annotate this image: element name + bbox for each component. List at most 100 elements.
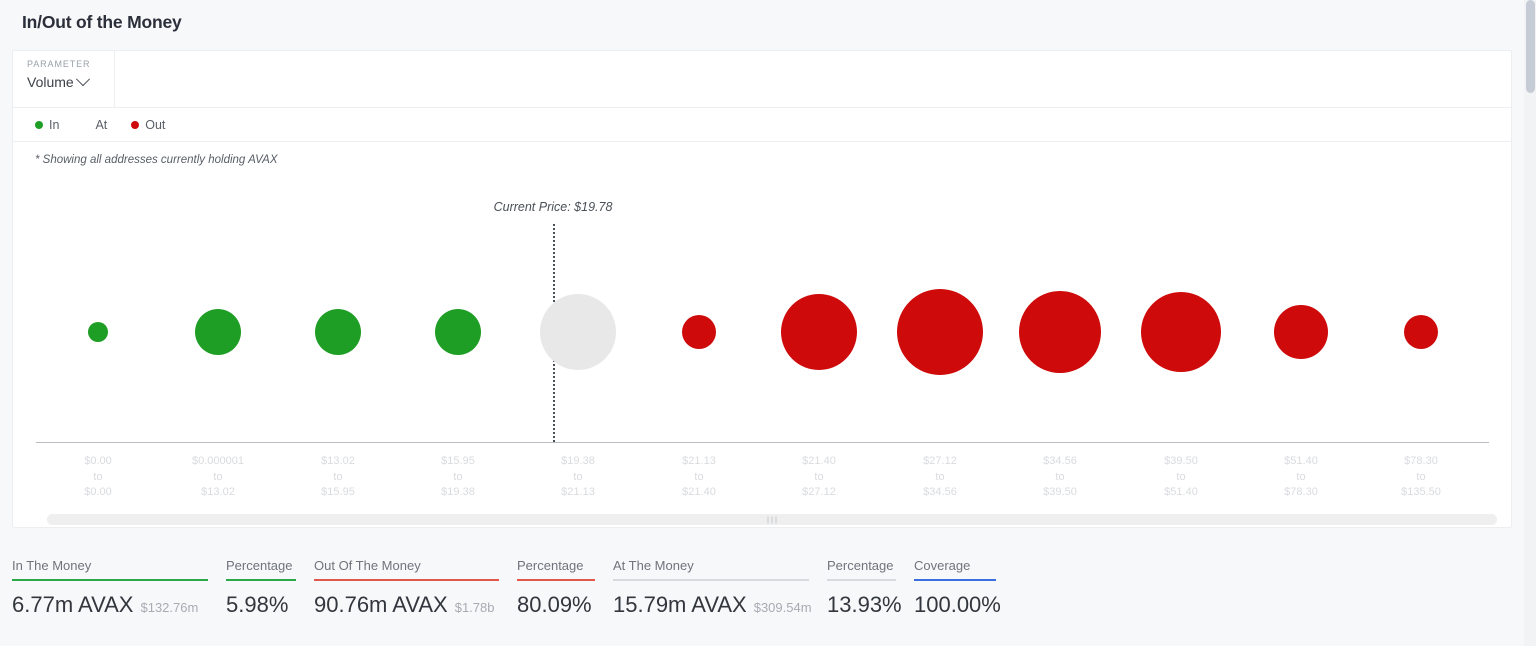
x-axis-tick: $78.30 to $135.50 xyxy=(1401,454,1441,501)
tick-from: $34.56 xyxy=(1043,455,1077,467)
stat-underline xyxy=(914,579,996,581)
summary-stats: In The Money 6.77m AVAX $132.76m Percentage… xyxy=(12,558,1512,618)
parameter-label: PARAMETER xyxy=(27,59,91,69)
page-header: In/Out of the Money xyxy=(0,0,1524,45)
chevron-down-icon xyxy=(75,72,90,87)
stat-percentage-1: Percentage 5.98% xyxy=(226,558,314,618)
tick-to: $78.30 xyxy=(1284,486,1318,498)
chart-note: * Showing all addresses currently holdin… xyxy=(35,154,278,166)
stat-label: At The Money xyxy=(613,558,694,573)
legend: In At Out xyxy=(13,108,1511,142)
stat-subvalue: $309.54m xyxy=(753,600,812,615)
tick-from: $13.02 xyxy=(321,455,355,467)
bubble-in-1[interactable] xyxy=(195,309,241,355)
tick-from: $39.50 xyxy=(1164,455,1198,467)
stat-underline xyxy=(12,579,208,581)
page-title: In/Out of the Money xyxy=(22,12,182,32)
stat-label: In The Money xyxy=(12,558,92,573)
parameter-dropdown[interactable]: Volume xyxy=(27,72,114,90)
legend-item-at[interactable]: At xyxy=(83,118,107,132)
tick-to: $21.13 xyxy=(561,486,595,498)
bubble-chart: * Showing all addresses currently holdin… xyxy=(13,142,1511,527)
bubble-out-8[interactable] xyxy=(1019,291,1101,373)
stat-value: 5.98% xyxy=(226,592,289,617)
legend-item-in[interactable]: In xyxy=(35,118,59,132)
chart-card: PARAMETER Volume In At Out * Showing all a… xyxy=(12,50,1512,528)
x-axis-tick: $39.50 to $51.40 xyxy=(1164,454,1198,501)
stat-value: 100.00% xyxy=(914,592,1001,617)
stat-subvalue: $1.78b xyxy=(454,600,495,615)
bubble-out-9[interactable] xyxy=(1141,292,1221,372)
stat-value: 90.76m AVAX xyxy=(314,592,448,617)
bubble-in-3[interactable] xyxy=(435,309,481,355)
tick-connector: to xyxy=(814,470,824,483)
tick-from: $78.30 xyxy=(1404,455,1438,467)
stat-value-row: 6.77m AVAX $132.76m xyxy=(12,592,212,618)
x-axis-tick: $19.38 to $21.13 xyxy=(561,454,595,501)
x-axis-tick: $21.40 to $27.12 xyxy=(802,454,836,501)
page-scrollbar-track[interactable] xyxy=(1524,0,1536,646)
bubble-in-0[interactable] xyxy=(88,322,108,342)
stat-coverage-6: Coverage 100.00% xyxy=(914,558,1014,618)
chart-range-scrollbar-track[interactable] xyxy=(47,514,1497,525)
tick-connector: to xyxy=(93,470,103,483)
stat-subvalue: $132.76m xyxy=(140,600,199,615)
stat-underline xyxy=(226,579,296,581)
parameter-selector[interactable]: PARAMETER Volume xyxy=(13,51,115,107)
tick-to: $19.38 xyxy=(441,486,475,498)
tick-from: $51.40 xyxy=(1284,455,1318,467)
stat-label: Percentage xyxy=(226,558,293,573)
x-axis-tick: $13.02 to $15.95 xyxy=(321,454,355,501)
stat-value-row: 90.76m AVAX $1.78b xyxy=(314,592,503,618)
stat-percentage-5: Percentage 13.93% xyxy=(827,558,914,618)
legend-dot-icon xyxy=(35,120,43,129)
legend-label: Out xyxy=(145,117,166,132)
page-scrollbar-thumb[interactable] xyxy=(1526,0,1535,93)
bubble-out-5[interactable] xyxy=(682,315,716,349)
stat-label: Percentage xyxy=(827,558,894,573)
stat-at-the-money-4: At The Money 15.79m AVAX $309.54m xyxy=(613,558,827,618)
tick-from: $27.12 xyxy=(923,455,957,467)
bubble-at-4[interactable] xyxy=(540,294,616,370)
bubble-out-7[interactable] xyxy=(897,289,983,375)
stat-label: Out Of The Money xyxy=(314,558,421,573)
tick-connector: to xyxy=(1296,470,1306,483)
grip-icon xyxy=(767,516,777,523)
tick-to: $135.50 xyxy=(1401,486,1441,498)
tick-connector: to xyxy=(1416,470,1426,483)
tick-to: $15.95 xyxy=(321,486,355,498)
x-axis-tick: $15.95 to $19.38 xyxy=(441,454,475,501)
chart-range-scrollbar-thumb[interactable] xyxy=(47,514,1497,525)
legend-label: At xyxy=(95,117,108,132)
tick-connector: to xyxy=(935,470,945,483)
tick-connector: to xyxy=(453,470,463,483)
tick-to: $51.40 xyxy=(1164,486,1198,498)
tick-to: $0.00 xyxy=(84,486,112,498)
stat-value-row: 13.93% xyxy=(827,592,902,618)
stat-percentage-3: Percentage 80.09% xyxy=(517,558,613,618)
bubble-out-10[interactable] xyxy=(1274,305,1328,359)
page-root: In/Out of the Money PARAMETER Volume In A… xyxy=(0,0,1536,646)
x-axis-tick: $0.00 to $0.00 xyxy=(84,454,112,501)
tick-connector: to xyxy=(333,470,343,483)
legend-label: In xyxy=(49,117,60,132)
tick-to: $27.12 xyxy=(802,486,836,498)
stat-in-the-money-0: In The Money 6.77m AVAX $132.76m xyxy=(12,558,226,618)
tick-from: $0.000001 xyxy=(192,455,244,467)
stat-value: 13.93% xyxy=(827,592,902,617)
stat-underline xyxy=(827,579,896,581)
stat-value: 15.79m AVAX xyxy=(613,592,747,617)
stat-value-row: 15.79m AVAX $309.54m xyxy=(613,592,813,618)
current-price-label: Current Price: $19.78 xyxy=(493,200,613,214)
tick-to: $34.56 xyxy=(923,486,957,498)
bubble-out-11[interactable] xyxy=(1404,315,1438,349)
bubble-in-2[interactable] xyxy=(315,309,361,355)
x-axis-line xyxy=(36,442,1489,443)
x-axis-tick: $0.000001 to $13.02 xyxy=(192,454,244,501)
bubble-out-6[interactable] xyxy=(781,294,857,370)
tick-to: $13.02 xyxy=(201,486,235,498)
legend-item-out[interactable]: Out xyxy=(131,118,165,132)
stat-label: Coverage xyxy=(914,558,971,573)
tick-connector: to xyxy=(1055,470,1065,483)
tick-to: $39.50 xyxy=(1043,486,1077,498)
